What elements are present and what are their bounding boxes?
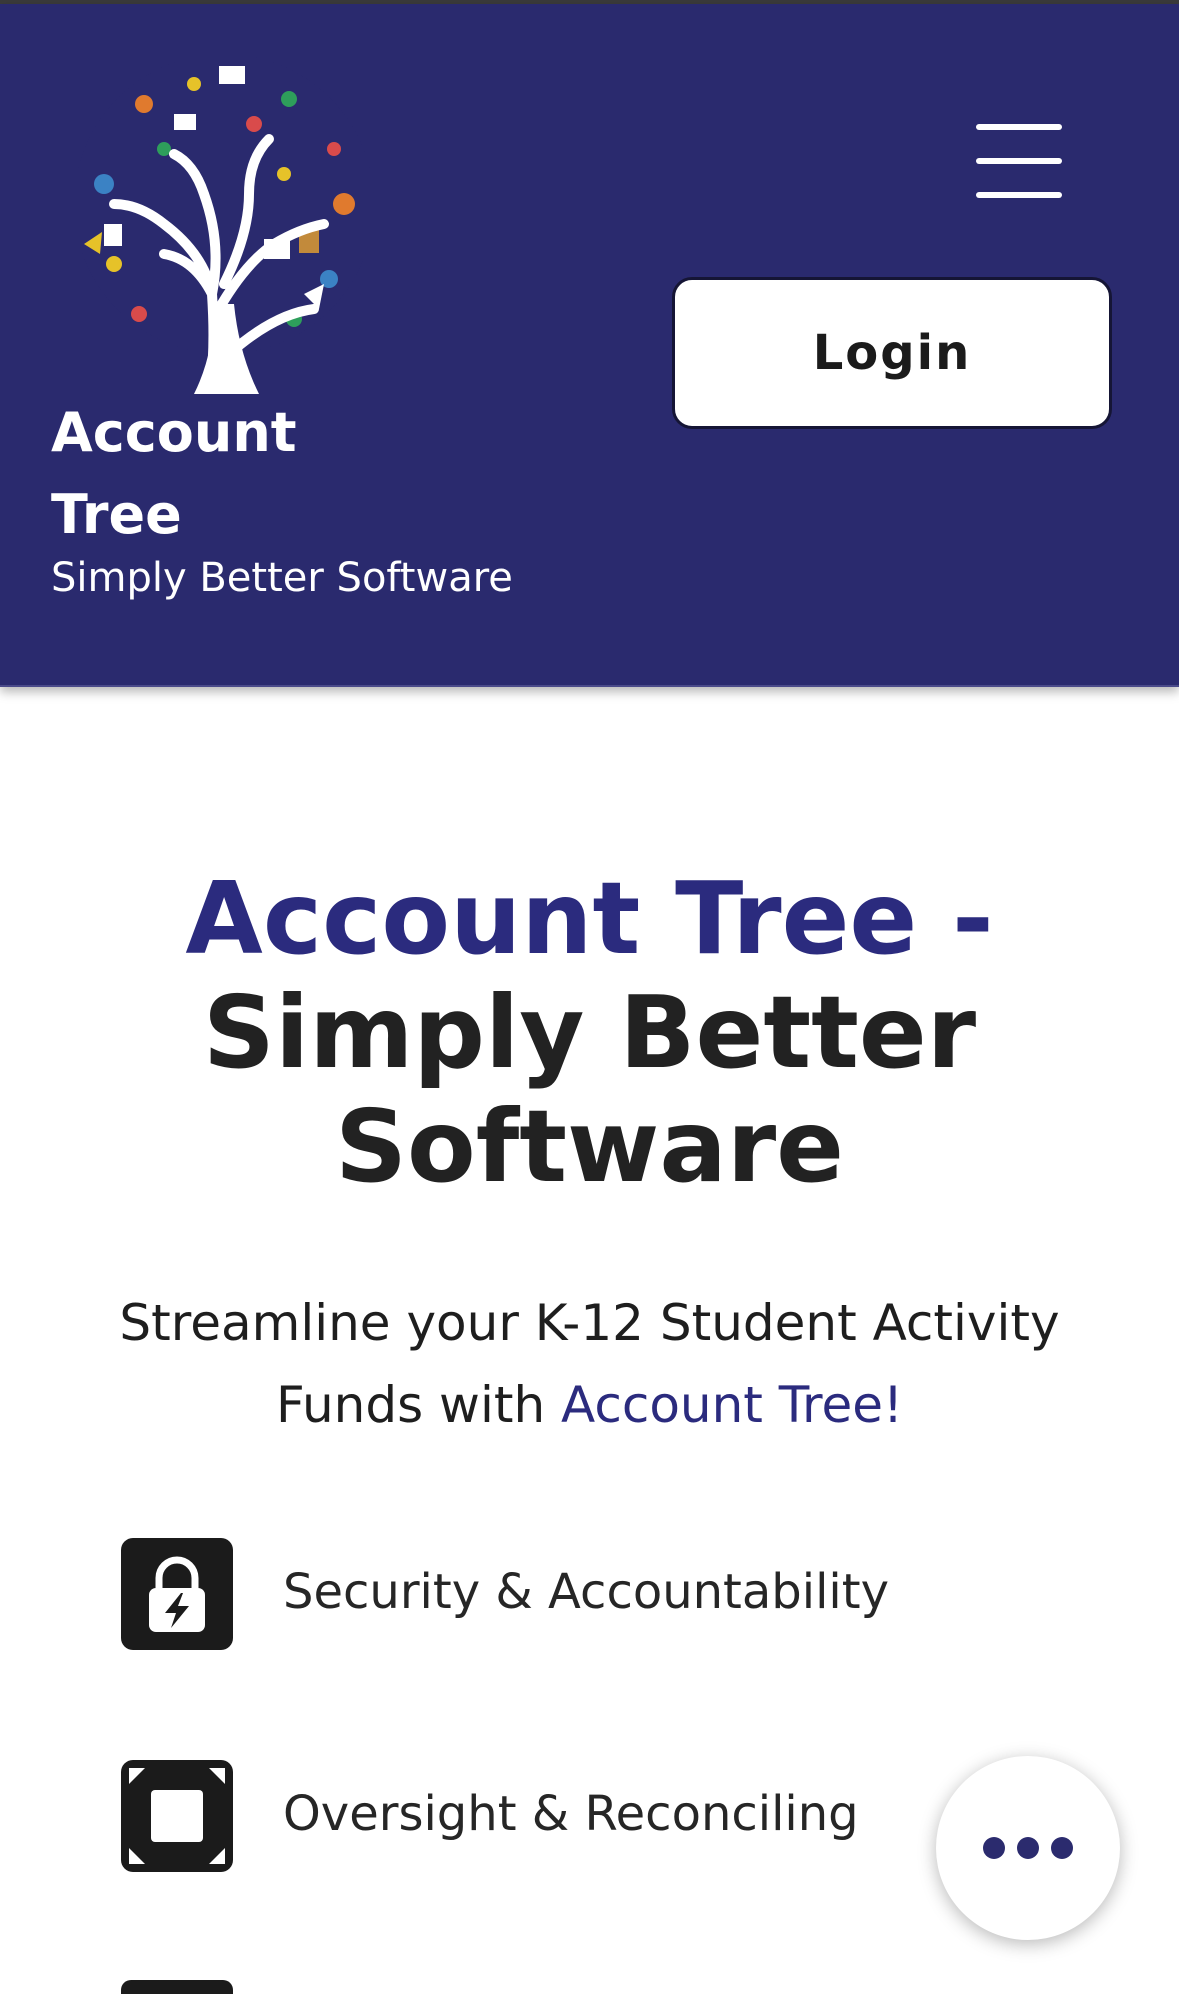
header-divider <box>0 685 1179 687</box>
feature-label: Security & Accountability <box>283 1564 889 1620</box>
login-button[interactable]: Login <box>672 277 1112 429</box>
feature-item-security: Security & Accountability <box>121 1538 1021 1650</box>
site-header: Account Tree Simply Better Software Logi… <box>0 4 1179 687</box>
hero-title-rest: Simply Better Software <box>202 974 977 1205</box>
frame-corners-icon <box>121 1760 233 1872</box>
tree-logo-icon[interactable] <box>44 54 404 394</box>
hero-title-accent: Account Tree - <box>185 860 994 977</box>
more-dots-icon <box>983 1837 1005 1859</box>
hero-title: Account Tree - Simply Better Software <box>60 862 1119 1204</box>
feature-label: Oversight & Reconciling <box>283 1786 859 1842</box>
hamburger-menu-icon[interactable] <box>976 120 1062 202</box>
feature-icon-partial <box>121 1980 233 1994</box>
hero-subtitle-accent: Account Tree! <box>561 1376 904 1434</box>
hero-subtitle: Streamline your K-12 Student Activity Fu… <box>60 1282 1119 1446</box>
lock-bolt-icon <box>121 1538 233 1650</box>
brand-tagline: Simply Better Software <box>51 555 513 601</box>
feature-item-oversight: Oversight & Reconciling <box>121 1760 1021 1872</box>
brand-name: Account Tree <box>51 401 297 546</box>
more-options-button[interactable] <box>936 1756 1120 1940</box>
